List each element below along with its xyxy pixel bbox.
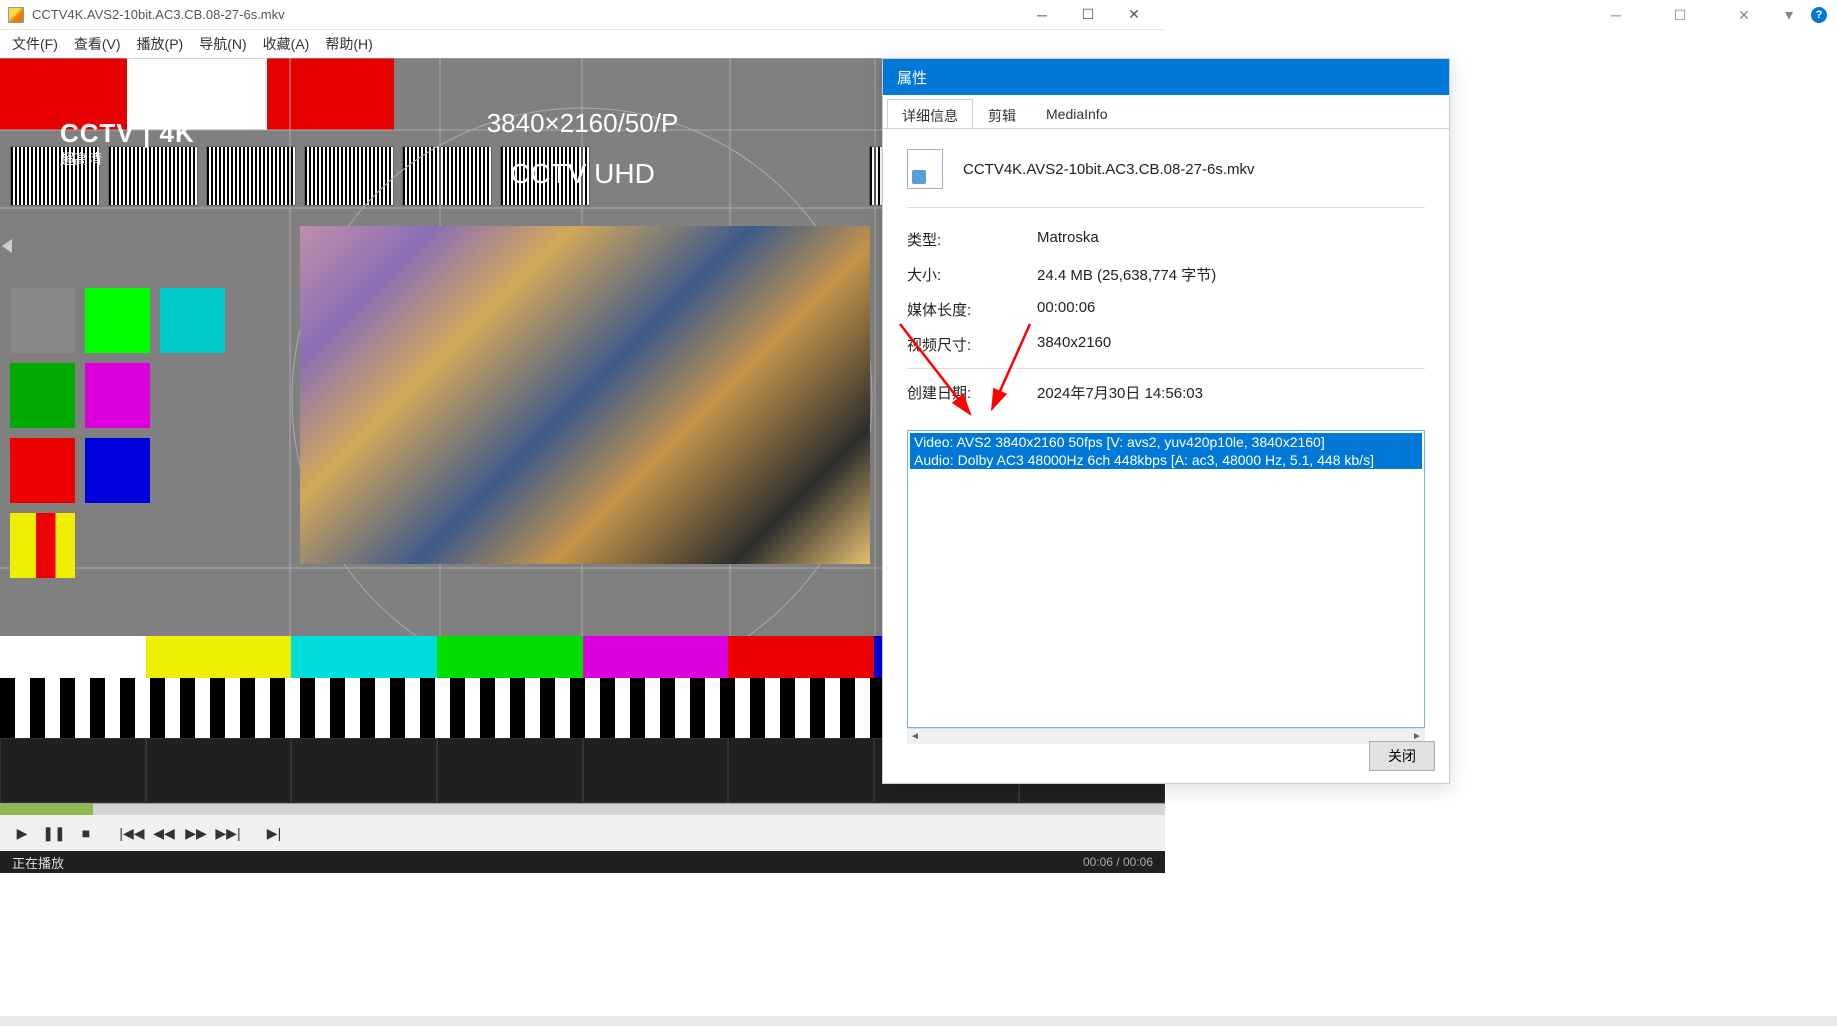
label-created: 创建日期: — [907, 382, 1037, 403]
forward-button[interactable]: ▶▶ — [182, 819, 210, 847]
minimize-button[interactable]: ─ — [1019, 0, 1065, 30]
next-button[interactable]: ▶▶| — [214, 819, 242, 847]
titlebar: CCTV4K.AVS2-10bit.AC3.CB.08-27-6s.mkv ─ … — [0, 0, 1165, 30]
value-created: 2024年7月30日 14:56:03 — [1037, 382, 1203, 403]
menu-view[interactable]: 查看(V) — [66, 30, 129, 58]
properties-close-button[interactable]: 关闭 — [1369, 741, 1435, 771]
menubar: 文件(F) 查看(V) 播放(P) 导航(N) 收藏(A) 帮助(H) — [0, 30, 1165, 58]
video-stream-line[interactable]: Video: AVS2 3840x2160 50fps [V: avs2, yu… — [910, 433, 1422, 451]
stream-scrollbar[interactable]: ◄ ► — [907, 728, 1425, 744]
value-dimensions: 3840x2160 — [1037, 334, 1111, 355]
rewind-button[interactable]: ◀◀ — [150, 819, 178, 847]
menu-play[interactable]: 播放(P) — [129, 30, 192, 58]
tab-detail[interactable]: 详细信息 — [887, 99, 973, 128]
scroll-left-icon[interactable]: ◄ — [907, 729, 923, 745]
bg-maximize[interactable]: ☐ — [1657, 0, 1703, 30]
taskbar-strip — [0, 1016, 1837, 1026]
help-icon[interactable]: ? — [1811, 7, 1827, 23]
audio-stream-line[interactable]: Audio: Dolby AC3 48000Hz 6ch 448kbps [A:… — [910, 451, 1422, 469]
menu-nav[interactable]: 导航(N) — [191, 30, 254, 58]
tab-clip[interactable]: 剪辑 — [973, 99, 1031, 128]
stop-button[interactable]: ■ — [72, 819, 100, 847]
step-button[interactable]: ▶| — [260, 819, 288, 847]
properties-dialog: 属性 详细信息 剪辑 MediaInfo CCTV4K.AVS2-10bit.A… — [882, 58, 1450, 784]
resolution-text: 3840×2160/50/P — [487, 108, 679, 139]
label-size: 大小: — [907, 264, 1037, 285]
tab-mediainfo[interactable]: MediaInfo — [1031, 99, 1122, 128]
label-length: 媒体长度: — [907, 299, 1037, 320]
sample-image — [300, 226, 870, 564]
chevron-down-icon[interactable]: ▾ — [1785, 5, 1793, 25]
menu-file[interactable]: 文件(F) — [4, 30, 66, 58]
value-size: 24.4 MB (25,638,774 字节) — [1037, 264, 1216, 285]
label-type: 类型: — [907, 229, 1037, 250]
seek-bar[interactable] — [0, 803, 1165, 815]
bg-minimize[interactable]: ─ — [1593, 0, 1639, 30]
maximize-button[interactable]: ☐ — [1065, 0, 1111, 30]
cctv-logo: CCTV | 4K 超高清 — [60, 118, 195, 169]
properties-title: 属性 — [883, 59, 1449, 95]
bg-close[interactable]: ✕ — [1721, 0, 1767, 30]
time-display: 00:06 / 00:06 — [1083, 855, 1153, 869]
menu-help[interactable]: 帮助(H) — [317, 30, 380, 58]
properties-filename: CCTV4K.AVS2-10bit.AC3.CB.08-27-6s.mkv — [963, 161, 1255, 178]
bg-window-controls: ─ ☐ ✕ ▾ ? — [1583, 0, 1837, 30]
value-type: Matroska — [1037, 229, 1099, 250]
stream-info-box[interactable]: Video: AVS2 3840x2160 50fps [V: avs2, yu… — [907, 430, 1425, 728]
color-swatches — [10, 288, 225, 578]
channel-text: CCTV UHD — [510, 158, 655, 190]
prev-button[interactable]: |◀◀ — [118, 819, 146, 847]
pause-button[interactable]: ❚❚ — [40, 819, 68, 847]
file-type-icon — [907, 149, 943, 189]
menu-fav[interactable]: 收藏(A) — [255, 30, 318, 58]
app-icon — [8, 7, 24, 23]
value-length: 00:00:06 — [1037, 299, 1095, 320]
close-button[interactable]: ✕ — [1111, 0, 1157, 30]
status-text: 正在播放 — [12, 853, 64, 872]
playback-controls: ▶ ❚❚ ■ |◀◀ ◀◀ ▶▶ ▶▶| ▶| — [0, 815, 1165, 851]
status-bar: 正在播放 00:06 / 00:06 — [0, 851, 1165, 873]
properties-tabs: 详细信息 剪辑 MediaInfo — [883, 95, 1449, 129]
seek-progress — [0, 804, 93, 815]
play-button[interactable]: ▶ — [8, 819, 36, 847]
window-title: CCTV4K.AVS2-10bit.AC3.CB.08-27-6s.mkv — [32, 7, 1019, 22]
label-dimensions: 视频尺寸: — [907, 334, 1037, 355]
left-marker-icon — [2, 239, 12, 253]
